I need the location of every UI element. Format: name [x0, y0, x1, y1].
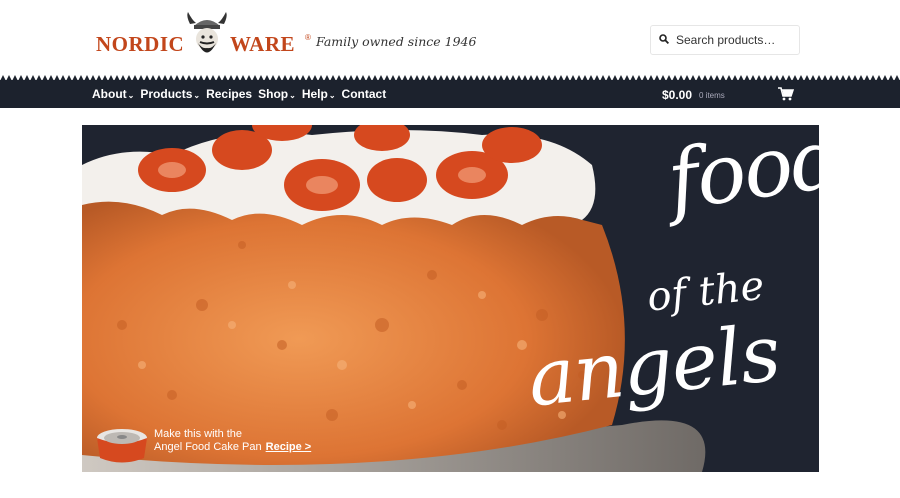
cart-icon[interactable]	[778, 87, 794, 101]
nav-item-label: Products	[140, 87, 193, 101]
nav-item-help[interactable]: Help ⌄	[302, 87, 336, 101]
brand-name-left: NORDIC	[96, 32, 185, 56]
promo-text-line-2: Angel Food Cake Pan Recipe >	[154, 441, 311, 453]
site-header: NORDIC WARE ® Family owned since 1946	[0, 0, 900, 80]
main-navigation: About ⌄ Products ⌄ Recipes Shop ⌄ Help ⌄ Con…	[0, 80, 900, 108]
brand-tagline: Family owned since 1946	[316, 34, 477, 49]
product-search[interactable]	[650, 25, 800, 55]
nav-item-label: About	[92, 87, 127, 101]
cart-item-count[interactable]: 0 items	[699, 91, 725, 100]
cake-pan-image	[97, 429, 147, 463]
product-promo: Make this with the Angel Food Cake Pan Re…	[94, 420, 354, 468]
hero-banner[interactable]: food of the angels Make this with the An…	[82, 125, 819, 472]
registered-mark: ®	[305, 33, 311, 42]
chevron-down-icon: ⌄	[328, 90, 336, 100]
brand-name-right: WARE	[230, 32, 296, 56]
nav-item-products[interactable]: Products ⌄	[140, 87, 200, 101]
promo-text-line-1: Make this with the	[154, 428, 243, 440]
nav-item-about[interactable]: About ⌄	[92, 87, 134, 101]
nav-item-label: Recipes	[206, 87, 253, 101]
viking-mascot-icon	[187, 12, 227, 53]
search-icon	[659, 34, 669, 44]
nav-item-label: Shop	[258, 87, 289, 101]
brand-logo[interactable]: NORDIC WARE ® Family owned since 1946	[96, 12, 476, 68]
promo-product-name: Angel Food Cake Pan	[154, 441, 262, 453]
nav-menu: About ⌄ Products ⌄ Recipes Shop ⌄ Help ⌄ Con…	[92, 80, 392, 108]
chevron-down-icon: ⌄	[127, 90, 135, 100]
nav-item-shop[interactable]: Shop ⌄	[258, 87, 296, 101]
chevron-down-icon: ⌄	[193, 90, 201, 100]
chevron-down-icon: ⌄	[289, 90, 296, 100]
nav-item-recipes[interactable]: Recipes	[206, 87, 252, 101]
cart-total[interactable]: $0.00	[662, 88, 692, 102]
nav-item-label: Help	[301, 87, 328, 101]
search-input[interactable]	[676, 32, 794, 48]
recipe-link[interactable]: Recipe >	[266, 441, 312, 453]
nav-item-label: Contact	[341, 87, 387, 101]
nav-item-contact[interactable]: Contact	[342, 87, 387, 101]
